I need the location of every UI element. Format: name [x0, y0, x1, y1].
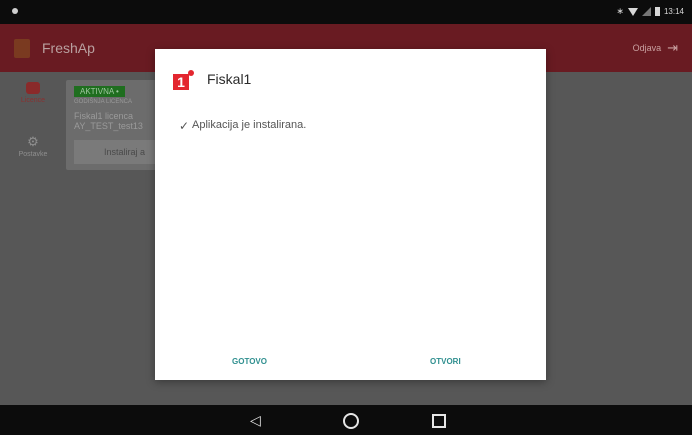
- sidebar-item-label: Postavke: [18, 151, 48, 158]
- status-icons: ∗ 13:14: [616, 7, 684, 16]
- done-button[interactable]: GOTOVO: [232, 357, 267, 366]
- bluetooth-icon: ∗: [616, 6, 624, 16]
- dialog-message: Aplikacija je instalirana.: [192, 119, 307, 131]
- licence-icon: [26, 82, 40, 94]
- dialog-title: Fiskal1: [207, 71, 252, 87]
- status-time: 13:14: [663, 7, 684, 16]
- back-icon[interactable]: ◁: [250, 412, 261, 428]
- status-bar: ∗ 13:14: [0, 0, 692, 24]
- battery-icon: [654, 7, 660, 16]
- logout-label: Odjava: [632, 43, 662, 53]
- app-logo: [14, 39, 30, 58]
- app-title: FreshAp: [42, 40, 95, 56]
- checkmark-icon: ✓: [179, 119, 190, 133]
- install-dialog: 1 Fiskal1 ✓ Aplikacija je instalirana. G…: [155, 49, 546, 380]
- signal-icon: [641, 7, 651, 16]
- recents-icon[interactable]: [432, 414, 446, 428]
- status-badge: AKTIVNA •: [74, 86, 125, 97]
- licence-id: AY_TEST_test13: [74, 121, 143, 131]
- sidebar-item-licence[interactable]: Licence: [0, 82, 66, 104]
- wifi-icon: [627, 7, 638, 16]
- sidebar-item-label: Licence: [20, 97, 46, 104]
- navigation-bar: ◁: [0, 405, 692, 435]
- logout-icon: ⇥: [667, 40, 678, 55]
- notification-icon: [12, 8, 18, 14]
- licence-name: Fiskal1 licenca: [74, 111, 134, 121]
- fiskal-app-icon: 1: [173, 69, 195, 91]
- sidebar: Licence ⚙ Postavke: [0, 72, 66, 405]
- gear-icon: ⚙: [27, 134, 39, 149]
- home-icon[interactable]: [343, 413, 359, 429]
- sidebar-item-settings[interactable]: ⚙ Postavke: [0, 134, 66, 158]
- open-button[interactable]: OTVORI: [430, 357, 461, 366]
- licence-type: GODIŠNJA LICENCA: [74, 99, 133, 105]
- logout-button[interactable]: Odjava ⇥: [632, 40, 678, 55]
